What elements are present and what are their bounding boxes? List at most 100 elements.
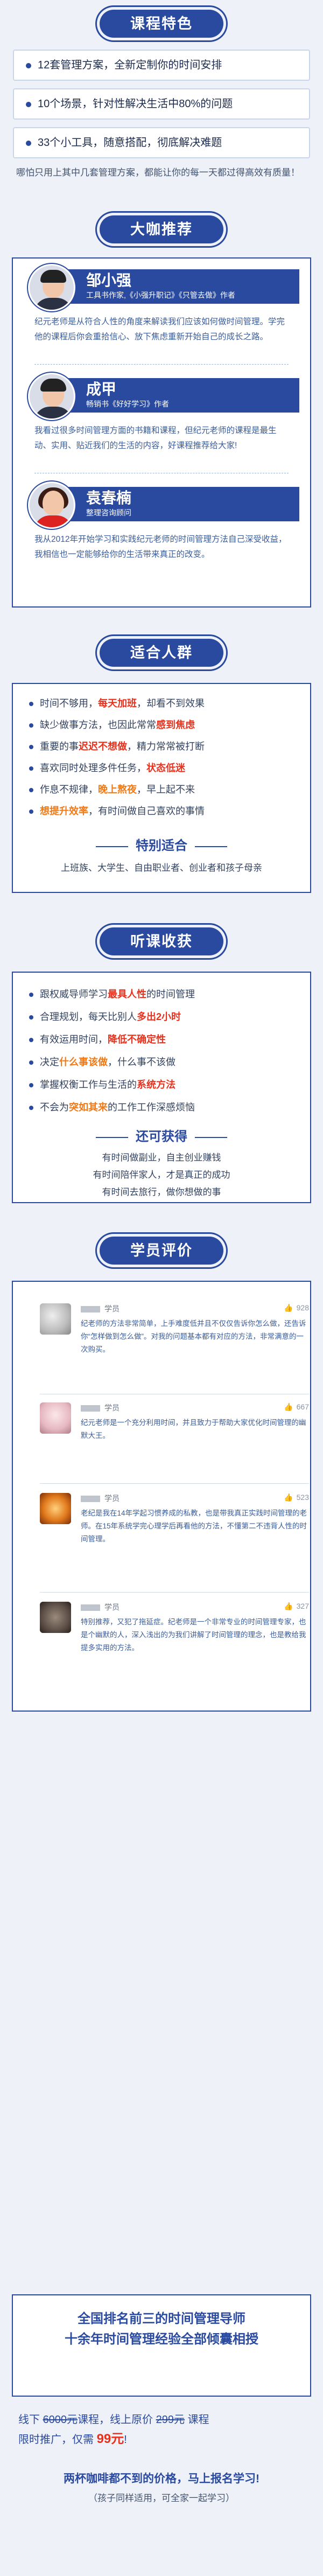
feature-text: 12套管理方案，全新定制你的时间安排 xyxy=(38,59,222,71)
bullet-icon xyxy=(29,1038,33,1043)
promo-headline: 全国排名前三的时间管理导师 xyxy=(78,2312,245,2326)
section-title-features: 课程特色 xyxy=(100,10,223,38)
highlight-text: 系统方法 xyxy=(137,1079,175,1090)
highlight-text: 最具人性 xyxy=(108,989,146,1000)
highlight-text: 状态低迷 xyxy=(146,763,185,773)
expert-name-bar: 邹小强 工具书作家,《小强升职记》《只管去做》作者 xyxy=(59,269,299,304)
review-item: 学员 👍 667 纪元老师是一个充分利用时间，并且致力于帮助大家优化时间管理的幽默… xyxy=(40,1402,309,1472)
bullet-icon xyxy=(29,702,33,707)
page: 课程特色 12套管理方案，全新定制你的时间安排 10个场景，针对性解决生活中80… xyxy=(0,0,323,2576)
bullet-icon xyxy=(29,809,33,814)
like-count[interactable]: 👍 667 xyxy=(284,1402,309,1412)
highlight-text: 降低不确定性 xyxy=(108,1034,166,1045)
expert-avatar xyxy=(28,481,75,529)
list-item: 合理规划，每天比别人多出2小时 xyxy=(29,1009,181,1024)
reviewer-name: 学员 xyxy=(81,1303,120,1314)
list-item: 有效运用时间，降低不确定性 xyxy=(29,1032,166,1047)
expert-name: 成甲 xyxy=(86,381,117,397)
review-item: 学员 👍 928 纪老师的方法非常简单，上手难度低并且不仅仅告诉你怎么做，还告诉你… xyxy=(40,1303,309,1384)
divider xyxy=(34,364,289,365)
offline-price: 6000元 xyxy=(43,2414,78,2426)
price-line-2: 限时推广，仅需 99元! xyxy=(18,2432,127,2446)
bullet-icon xyxy=(26,62,31,68)
divider xyxy=(40,1483,309,1484)
bullet-icon xyxy=(26,140,31,146)
list-item: 缺少做事方法，也因此常常感到焦虑 xyxy=(29,717,195,732)
review-text: 纪老师的方法非常简单，上手难度低并且不仅仅告诉你怎么做，还告诉你“怎样做到怎么做… xyxy=(81,1320,306,1353)
expert-header: 邹小强 工具书作家,《小强升职记》《只管去做》作者 xyxy=(13,264,310,311)
special-title: 特别适合 xyxy=(13,835,310,854)
review-text: 特别推荐，又犯了拖延症。纪老师是一个非常专业的时间管理专家，也是个幽默的人，深入… xyxy=(81,1618,306,1652)
highlight-text: 多出2小时 xyxy=(137,1011,181,1022)
expert-role: 整理咨询顾问 xyxy=(86,508,131,517)
feature-text: 33个小工具，随意搭配，彻底解决难题 xyxy=(38,137,222,149)
feature-item: 33个小工具，随意搭配，彻底解决难题 xyxy=(13,127,310,158)
expert-name: 邹小强 xyxy=(86,272,132,289)
bullet-icon xyxy=(29,1015,33,1020)
extra-line: 有时间做副业，自主创业赚钱 xyxy=(102,1153,221,1163)
list-item: 决定什么事该做，什么事不该做 xyxy=(29,1055,175,1070)
current-price: 99元 xyxy=(96,2432,124,2446)
expert-header: 成甲 畅销书《好好学习》作者 xyxy=(13,373,310,420)
divider xyxy=(40,1592,309,1593)
experts-card: 邹小强 工具书作家,《小强升职记》《只管去做》作者 纪元老师是从符合人性的角度来… xyxy=(12,257,314,611)
highlight-text: 什么事该做 xyxy=(59,1057,108,1067)
reviewer-name: 学员 xyxy=(81,1602,120,1612)
highlight-text: 迟迟不想做 xyxy=(79,741,127,752)
features-summary: 哪怕只用上其中几套管理方案，都能让你的每一天都过得高效有质量！ xyxy=(16,167,300,178)
reviewer-name: 学员 xyxy=(81,1402,120,1413)
thumb-up-icon: 👍 xyxy=(284,1602,293,1610)
expert-bio: 我从2012年开始学习和实践纪元老师的时间管理方法自己深受收益，我相信也一定能够… xyxy=(34,535,287,559)
section-title-reviews: 学员评价 xyxy=(100,1237,223,1265)
review-text: 老纪是我在14年学起习惯养成的私教，也是带我真正实践时间管理的老师。在15年系统… xyxy=(81,1509,307,1543)
feature-item: 12套管理方案，全新定制你的时间安排 xyxy=(13,50,310,81)
list-item: 时间不够用，每天加班，却看不到效果 xyxy=(29,696,205,711)
bullet-icon xyxy=(29,766,33,771)
review-item: 学员 👍 327 特别推荐，又犯了拖延症。纪老师是一个非常专业的时间管理专家，也是… xyxy=(40,1602,309,1693)
expert-name-bar: 成甲 畅销书《好好学习》作者 xyxy=(59,378,299,413)
expert-avatar xyxy=(28,264,75,311)
section-title-gains: 听课收获 xyxy=(100,927,223,955)
bullet-icon xyxy=(29,745,33,750)
bullet-icon xyxy=(29,723,33,728)
thumb-up-icon: 👍 xyxy=(284,1402,293,1411)
expert-name-bar: 袁春楠 整理咨询顾问 xyxy=(59,487,299,521)
bullet-icon xyxy=(26,101,31,107)
expert-role: 工具书作家,《小强升职记》《只管去做》作者 xyxy=(86,291,235,299)
like-count[interactable]: 👍 928 xyxy=(284,1303,309,1313)
audience-card: 时间不够用，每天加班，却看不到效果 缺少做事方法，也因此常常感到焦虑 重要的事迟迟不… xyxy=(12,683,314,896)
expert-bio: 我看过很多时间管理方面的书籍和课程，但纪元老师的课程是最生动、实用、贴近我们的生… xyxy=(34,426,277,450)
bullet-icon xyxy=(29,993,33,997)
review-item: 学员 👍 523 老纪是我在14年学起习惯养成的私教，也是带我真正实践时间管理的老… xyxy=(40,1493,309,1584)
price-line-1: 线下 6000元课程，线上原价 299元 课程 xyxy=(18,2414,209,2426)
bullet-icon xyxy=(29,1060,33,1065)
list-item: 不会为突如其来的工作工作深感烦恼 xyxy=(29,1100,195,1115)
extra-title: 还可获得 xyxy=(13,1126,310,1144)
reviewer-avatar xyxy=(40,1402,71,1434)
expert-bio: 纪元老师是从符合人性的角度来解读我们应该如何做时间管理。学完他的课程后你会重拾信… xyxy=(34,317,285,341)
reviewer-avatar xyxy=(40,1303,71,1335)
list-item: 作息不规律，晚上熬夜，早上起不来 xyxy=(29,782,195,797)
original-price: 299元 xyxy=(156,2414,185,2426)
like-count[interactable]: 👍 327 xyxy=(284,1602,309,1611)
highlight-text: 突如其来 xyxy=(69,1102,108,1113)
review-text: 纪元老师是一个充分利用时间，并且致力于帮助大家优化时间管理的幽默大王。 xyxy=(81,1419,306,1440)
highlight-text: 每天加班 xyxy=(98,698,137,709)
reviewer-avatar xyxy=(40,1493,71,1524)
special-text: 上班族、大学生、自由职业者、创业者和孩子母亲 xyxy=(61,863,262,873)
list-item: 喜欢同时处理多件任务，状态低迷 xyxy=(29,760,185,776)
reviewer-name: 学员 xyxy=(81,1493,120,1504)
expert-avatar xyxy=(28,373,75,420)
highlight-text: 想提升效率 xyxy=(40,806,88,816)
promo-box: 全国排名前三的时间管理导师 十余年时间管理经验全部倾囊相授 xyxy=(12,2294,311,2397)
like-count[interactable]: 👍 523 xyxy=(284,1493,309,1502)
highlight-text: 晚上熬夜 xyxy=(98,784,137,795)
thumb-up-icon: 👍 xyxy=(284,1493,293,1502)
feature-text: 10个场景，针对性解决生活中80%的问题 xyxy=(38,98,233,110)
promo-subtagline: （孩子同样适用，可全家一起学习） xyxy=(88,2493,235,2503)
promo-headline: 十余年时间管理经验全部倾囊相授 xyxy=(65,2332,258,2347)
section-title-experts: 大咖推荐 xyxy=(100,215,223,243)
thumb-up-icon: 👍 xyxy=(284,1303,293,1312)
extra-line: 有时间去旅行，做你想做的事 xyxy=(102,1187,221,1197)
bullet-icon xyxy=(29,788,33,793)
